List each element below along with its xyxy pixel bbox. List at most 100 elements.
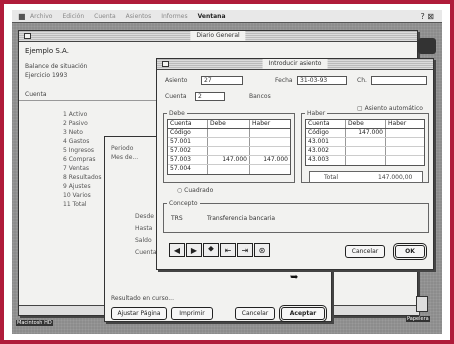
- table-cell: Código: [306, 129, 346, 137]
- main-window-titlebar[interactable]: Diario General: [19, 31, 417, 42]
- last-icon[interactable]: ⇥: [237, 243, 253, 257]
- haber-table[interactable]: Cuenta Debe Haber Código 147.000 43.001 …: [305, 119, 425, 166]
- disk-label: Macintosh HD: [16, 320, 53, 326]
- table-cell: [346, 147, 386, 155]
- cancelar-button[interactable]: Cancelar: [235, 307, 275, 320]
- table-row[interactable]: Código 147.000: [306, 129, 424, 138]
- cuadrado-radio[interactable]: ○ Cuadrado: [177, 187, 213, 194]
- menu-asientos[interactable]: Asientos: [126, 13, 152, 20]
- table-row[interactable]: 43.003: [306, 156, 424, 165]
- report-subtitle-2: Ejercicio 1993: [25, 72, 68, 79]
- company-name: Ejemplo S.A.: [25, 47, 69, 55]
- ajustar-pagina-button[interactable]: Ajustar Página: [111, 307, 167, 320]
- table-header: Cuenta: [168, 120, 208, 128]
- table-header: Haber: [388, 120, 407, 127]
- cuadrado-label: Cuadrado: [184, 187, 214, 194]
- app-icon[interactable]: [418, 38, 436, 54]
- ch-field[interactable]: [371, 76, 427, 85]
- debe-group-label: Debe: [167, 110, 187, 117]
- table-cell: [386, 147, 424, 155]
- list-item: 1 Activo: [63, 111, 88, 118]
- first-icon[interactable]: ⇤: [220, 243, 236, 257]
- entry-window-title: Introducir asiento: [262, 59, 328, 69]
- table-cell: [250, 147, 290, 155]
- ok-button[interactable]: OK: [395, 245, 425, 258]
- fecha-field[interactable]: 31-03-93: [297, 76, 347, 85]
- monitor-frame: ■ Archivo Edición Cuenta Asientos Inform…: [4, 4, 450, 340]
- table-cell: [208, 129, 250, 137]
- asiento-field[interactable]: 27: [201, 76, 243, 85]
- imprimir-button[interactable]: Imprimir: [171, 307, 213, 320]
- trash-label: Papelera: [406, 316, 430, 322]
- table-cell: 43.001: [306, 138, 346, 146]
- concepto-text-field[interactable]: Transferencia bancaria: [205, 215, 355, 224]
- navigation-bar: ◀ ▶ ⯁ ⇤ ⇥ ⊛: [169, 243, 270, 257]
- menu-archivo[interactable]: Archivo: [30, 13, 52, 20]
- table-row[interactable]: 57.004: [168, 165, 290, 174]
- entry-window-titlebar[interactable]: Introducir asiento: [157, 59, 433, 70]
- section-header: Cuenta: [25, 91, 47, 98]
- table-cell: 147.000: [346, 129, 386, 137]
- table-cell: [208, 147, 250, 155]
- table-header: Debe: [346, 120, 386, 128]
- table-header: Haber: [252, 120, 271, 127]
- diamond-icon[interactable]: ⯁: [203, 243, 219, 257]
- previous-icon[interactable]: ◀: [169, 243, 185, 257]
- table-header: Cuenta: [306, 120, 346, 128]
- table-cell: [250, 165, 290, 174]
- table-cell: 57.004: [168, 165, 208, 174]
- report-subtitle-1: Balance de situación: [25, 63, 88, 70]
- auto-checkbox-label: Asiento automático: [364, 105, 423, 112]
- table-cell: 147.000: [263, 156, 288, 163]
- trash-icon[interactable]: [416, 296, 428, 312]
- concepto-label: Concepto: [167, 200, 200, 207]
- table-cell: [386, 156, 424, 165]
- main-window-title: Diario General: [190, 31, 246, 41]
- table-row[interactable]: 43.001: [306, 138, 424, 147]
- table-cell: 43.003: [306, 156, 346, 165]
- cuenta-description: Bancos: [249, 93, 271, 100]
- app-icon[interactable]: ⊠: [427, 12, 434, 21]
- table-cell: [346, 156, 386, 165]
- close-box-icon[interactable]: [24, 33, 31, 39]
- table-cell: 57.001: [168, 138, 208, 146]
- table-cell: 43.002: [306, 147, 346, 155]
- table-cell: [386, 138, 424, 146]
- total-box: Total 147.000,00: [309, 171, 423, 183]
- table-cell: [346, 138, 386, 146]
- cursor-icon: ➥: [290, 272, 299, 283]
- aceptar-button[interactable]: Aceptar: [281, 307, 325, 320]
- apple-menu-icon[interactable]: ■: [18, 12, 26, 21]
- list-item: 2 Pasivo: [63, 120, 88, 127]
- cancel-button[interactable]: Cancelar: [345, 245, 385, 258]
- total-label: Total: [324, 174, 339, 181]
- menu-informes[interactable]: Informes: [161, 13, 187, 20]
- haber-group-label: Haber: [305, 110, 328, 117]
- fecha-label: Fecha: [275, 77, 293, 84]
- table-cell: [208, 165, 250, 174]
- total-value: 147.000,00: [378, 174, 413, 181]
- menu-edicion[interactable]: Edición: [62, 13, 84, 20]
- table-row[interactable]: 57.001: [168, 138, 290, 147]
- ch-label: Ch.: [357, 77, 367, 84]
- menu-ventana[interactable]: Ventana: [198, 13, 226, 20]
- auto-checkbox[interactable]: ▢ Asiento automático: [357, 105, 423, 112]
- next-icon[interactable]: ▶: [186, 243, 202, 257]
- table-row[interactable]: 57.003 147.000 147.000: [168, 156, 290, 165]
- table-cell: 57.003: [168, 156, 208, 164]
- table-cell: 147.000: [208, 156, 250, 164]
- table-row[interactable]: 43.002: [306, 147, 424, 156]
- concepto-code-field[interactable]: TRS: [169, 215, 199, 224]
- table-cell: Código: [168, 129, 208, 137]
- menu-cuenta[interactable]: Cuenta: [94, 13, 116, 20]
- debe-table[interactable]: Cuenta Debe Haber Código 57.001 57.002 5…: [167, 119, 291, 175]
- gear-icon[interactable]: ⊛: [254, 243, 270, 257]
- cuenta-field[interactable]: 2: [195, 92, 225, 101]
- table-cell: [208, 138, 250, 146]
- help-icon[interactable]: ? ⊠: [421, 12, 435, 21]
- menu-bar: ■ Archivo Edición Cuenta Asientos Inform…: [12, 10, 442, 23]
- table-row[interactable]: 57.002: [168, 147, 290, 156]
- table-row[interactable]: Código: [168, 129, 290, 138]
- close-box-icon[interactable]: [162, 61, 169, 67]
- table-cell: [250, 138, 290, 146]
